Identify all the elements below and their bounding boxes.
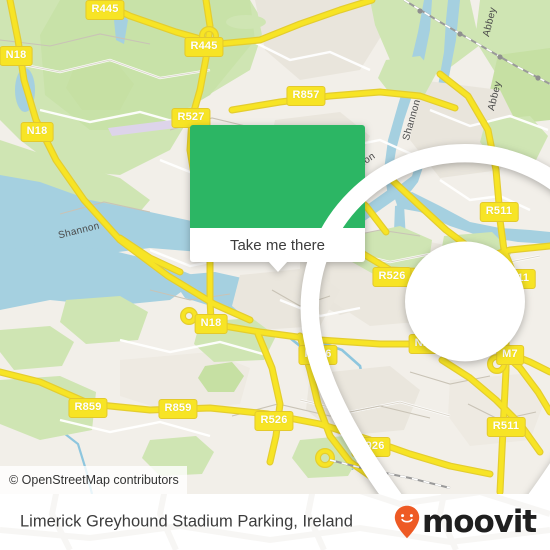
footer-bar: Limerick Greyhound Stadium Parking, Irel… xyxy=(0,494,550,550)
place-popup-card[interactable]: Take me there xyxy=(190,125,550,494)
moovit-pin-icon xyxy=(394,505,420,539)
moovit-map-screenshot: R445R445N18R857N18R527R511R526R511N18R92… xyxy=(0,0,550,550)
moovit-logo[interactable]: moovit xyxy=(394,503,537,540)
place-title: Limerick Greyhound Stadium Parking, Irel… xyxy=(20,512,353,531)
map-canvas[interactable]: R445R445N18R857N18R527R511R526R511N18R92… xyxy=(0,0,550,494)
attribution-text: © OpenStreetMap contributors xyxy=(9,473,179,487)
map-attribution[interactable]: © OpenStreetMap contributors xyxy=(0,466,187,494)
road-shield: R445 xyxy=(184,37,224,57)
take-me-there-button[interactable]: Take me there xyxy=(230,237,325,254)
popup-image-area xyxy=(190,125,550,494)
road-shield: R859 xyxy=(68,398,108,418)
road-shield: N18 xyxy=(20,122,54,142)
road-shield: N18 xyxy=(0,46,33,66)
moovit-wordmark: moovit xyxy=(422,503,537,540)
road-shield: R857 xyxy=(286,86,326,106)
road-shield: R445 xyxy=(85,0,125,20)
popup-action-area[interactable]: Take me there xyxy=(190,228,365,272)
map-pin-icon xyxy=(300,144,550,494)
popup-pointer-tail xyxy=(267,261,288,272)
